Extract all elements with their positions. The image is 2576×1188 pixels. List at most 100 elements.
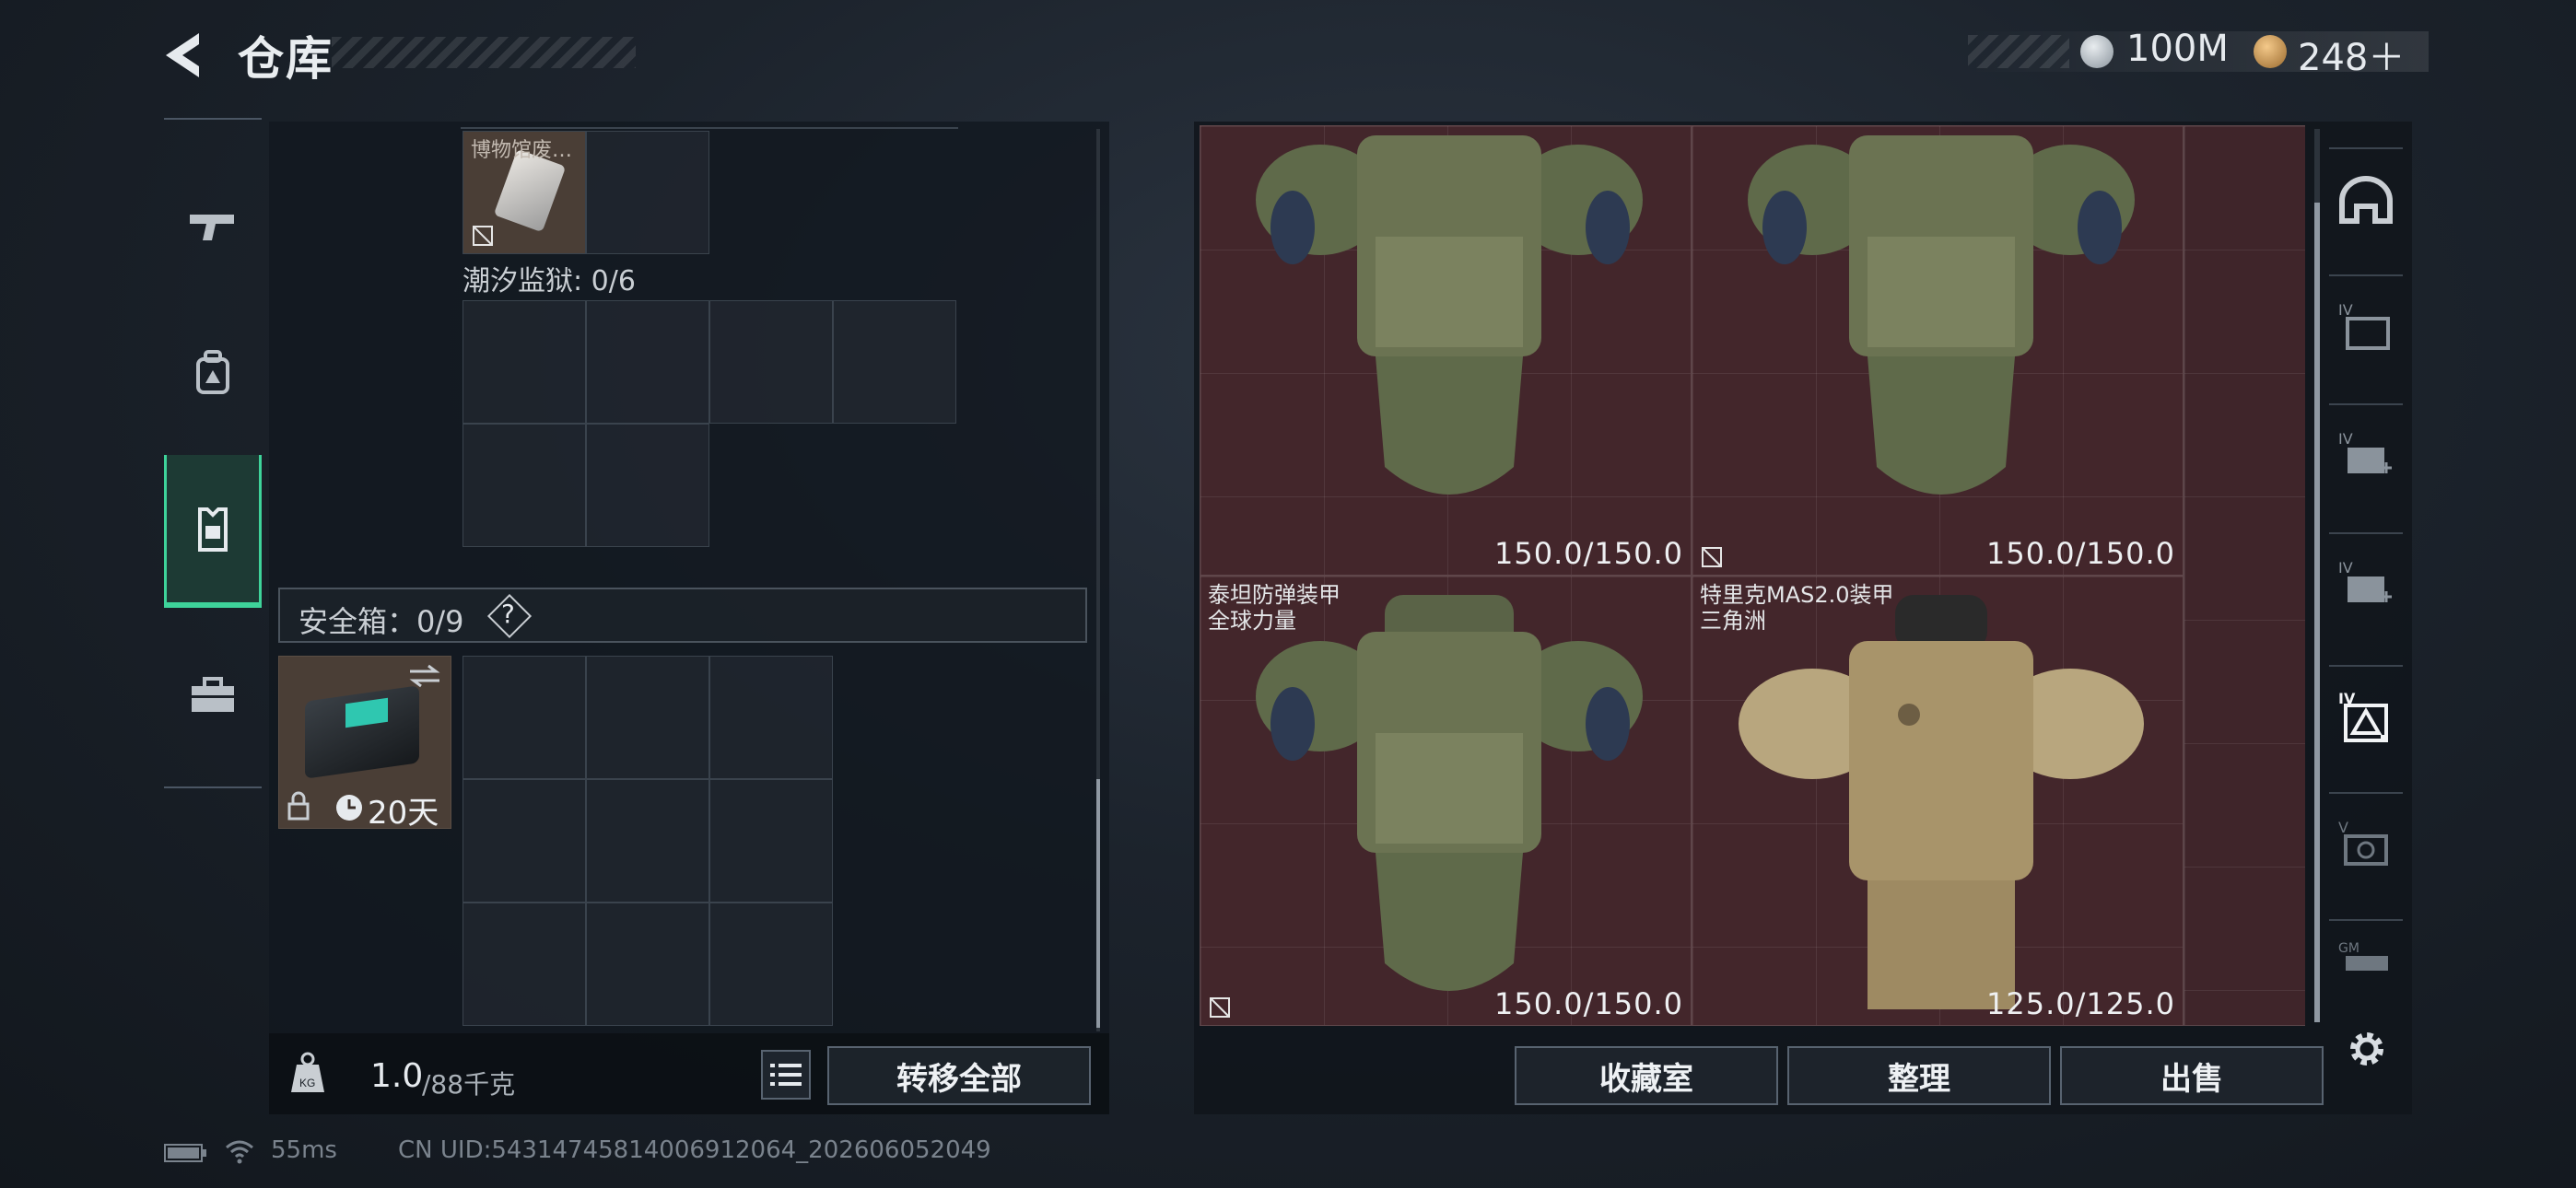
empty-column[interactable] (2184, 125, 2305, 1026)
armor-item[interactable]: 150.0/150.0 (1200, 125, 1692, 576)
user-uid: CN UID:5431474581400691206‌4_20260605204… (398, 1136, 991, 1164)
battery-icon (164, 1144, 206, 1162)
svg-text:IV: IV (2338, 302, 2353, 319)
tab-lv4-medkit[interactable]: IV (2329, 403, 2403, 507)
tab-lv4-storage[interactable]: IV (2329, 274, 2403, 378)
durability-value: 150.0/150.0 (1494, 536, 1683, 571)
weight-capacity: /88千克 (422, 1069, 516, 1100)
safe-box-slot[interactable] (709, 903, 833, 1026)
nav-chest-rig[interactable] (164, 455, 262, 608)
backpack-icon (196, 350, 229, 394)
safe-box-header: 安全箱：0/9 ? (278, 588, 1087, 643)
gold-currency-value[interactable]: 248＋ (2298, 28, 2405, 81)
settings-gear-icon[interactable] (2344, 1026, 2390, 1072)
lv5-scope-icon: V (2338, 820, 2388, 866)
lv4-medkit-plus-icon: IV (2338, 560, 2392, 602)
armor-name-line: 泰坦防弹装甲 (1208, 582, 1341, 608)
tab-lv4-armor[interactable]: IV (2329, 665, 2403, 768)
armor-image (1748, 135, 2135, 495)
safe-box-slot[interactable] (586, 903, 709, 1026)
armor-brand-line: 三角洲 (1700, 608, 1766, 634)
nav-backpack[interactable] (164, 322, 262, 424)
safe-box-timer: 20天 (368, 795, 439, 832)
svg-text:KG: KG (299, 1077, 315, 1089)
tab-lv5-scope[interactable]: V (2329, 792, 2403, 895)
sort-button[interactable]: 整理 (1787, 1046, 2051, 1105)
safe-box-slot[interactable] (463, 656, 586, 779)
container-slot[interactable] (463, 424, 586, 547)
safe-box-slot[interactable] (463, 903, 586, 1026)
armor-item[interactable]: 特里克MAS2.0装甲 三角洲 125.0/125.0 (1692, 576, 2184, 1026)
weight-current: 1.0 (370, 1057, 424, 1095)
page-title: 仓库 (238, 32, 334, 86)
silver-coin-icon (2080, 35, 2113, 68)
no-deploy-icon (473, 226, 493, 246)
back-button[interactable] (158, 28, 214, 83)
clock-icon (336, 795, 362, 821)
pistol-icon (190, 215, 234, 240)
museum-item-slot[interactable]: 博物馆废… (463, 131, 586, 254)
armor-item[interactable]: 150.0/150.0 (1692, 125, 2184, 576)
gold-coin-icon (2254, 35, 2287, 68)
ping-value: 55ms (271, 1136, 337, 1164)
svg-text:IV: IV (2338, 431, 2353, 448)
nav-toolbox[interactable] (164, 645, 262, 746)
armor-brand-line: 全球力量 (1208, 608, 1296, 634)
help-mark: ? (501, 599, 515, 629)
container-label: 潮汐监狱: 0/6 (463, 265, 636, 297)
lock-icon (287, 791, 310, 821)
safe-box-slot[interactable] (709, 779, 833, 903)
item-name: 博物馆废… (471, 139, 573, 162)
armor-image (1256, 595, 1643, 991)
armor-image (1256, 135, 1643, 495)
tab-lv4-medkit-plus[interactable]: IV (2329, 532, 2403, 635)
safe-box-slot[interactable] (586, 779, 709, 903)
svg-text:V: V (2338, 820, 2348, 836)
armor-name: 特里克MAS2.0装甲 三角洲 (1700, 582, 1894, 634)
left-category-nav (164, 118, 262, 788)
transfer-all-button[interactable]: 转移全部 (827, 1046, 1091, 1105)
armor-image (1739, 595, 2144, 1009)
container-slot[interactable] (586, 424, 709, 547)
left-scrollbar-thumb[interactable] (1096, 779, 1100, 1028)
safe-box-item[interactable]: 20天 (278, 656, 451, 832)
armor-grid: 150.0/150.0 150.0/150.0 泰坦防弹装甲 全球力量 150.… (1200, 125, 2305, 1026)
chest-rig-icon (198, 507, 228, 552)
armor-name-line: 特里克MAS2.0装甲 (1700, 582, 1894, 608)
lv4-medkit-icon: IV (2338, 431, 2392, 473)
durability-value: 125.0/125.0 (1986, 986, 2175, 1021)
divider (461, 127, 958, 129)
back-arrow-icon (166, 33, 199, 77)
tab-helmet[interactable] (2329, 147, 2403, 250)
armor-item[interactable]: 泰坦防弹装甲 全球力量 150.0/150.0 (1200, 576, 1692, 1026)
silver-currency-value: 100M (2126, 28, 2229, 70)
right-scrollbar-thumb[interactable] (2314, 203, 2320, 1022)
lv4-storage-icon: IV (2338, 302, 2390, 350)
container-slot[interactable] (709, 300, 833, 424)
nav-weapons[interactable] (164, 175, 262, 276)
container-slot[interactable] (833, 300, 956, 424)
safe-box-slot[interactable] (709, 656, 833, 779)
armor-name: 泰坦防弹装甲 全球力量 (1208, 582, 1341, 634)
weight-icon: KG (291, 1052, 324, 1092)
slot-grid (2184, 126, 2305, 1025)
container-slot[interactable] (463, 300, 586, 424)
lv4-armor-icon: IV (2338, 691, 2388, 742)
container-slot[interactable] (586, 300, 709, 424)
collection-room-button[interactable]: 收藏室 (1515, 1046, 1778, 1105)
safe-box-slot[interactable] (463, 779, 586, 903)
durability-value: 150.0/150.0 (1494, 986, 1683, 1021)
no-deploy-icon (1702, 547, 1722, 567)
toolbox-icon (192, 677, 234, 712)
safe-box-label: 安全箱：0/9 (299, 604, 464, 639)
sell-button[interactable]: 出售 (2060, 1046, 2324, 1105)
empty-slot[interactable] (586, 131, 709, 254)
title-decoration (332, 37, 636, 68)
currency-decoration (1968, 35, 2069, 68)
list-view-button[interactable] (761, 1050, 811, 1100)
no-deploy-icon (1210, 997, 1230, 1018)
safe-box-slot[interactable] (586, 656, 709, 779)
tab-lv6-weapon[interactable]: GM (2329, 919, 2403, 995)
swap-icon[interactable] (406, 662, 443, 690)
list-icon (770, 1064, 802, 1086)
